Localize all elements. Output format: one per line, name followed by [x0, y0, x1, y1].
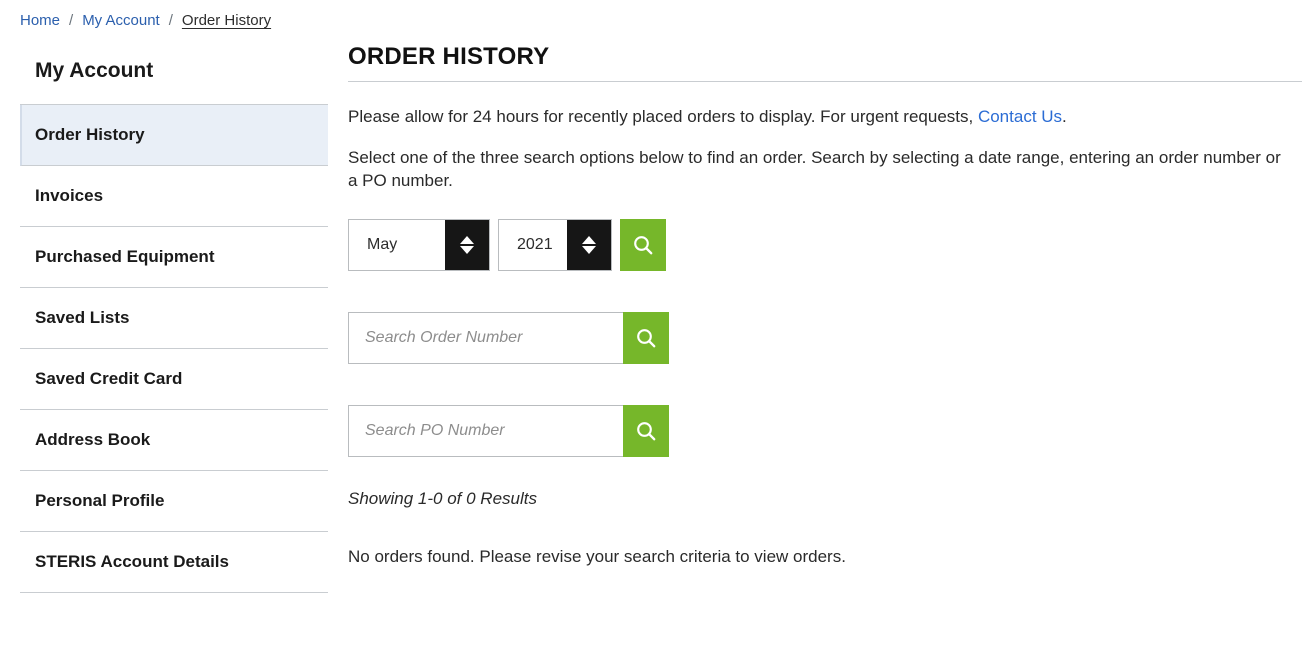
main-content: ORDER HISTORY Please allow for 24 hours … — [348, 42, 1302, 568]
up-down-spinner-icon[interactable] — [445, 220, 489, 270]
results-count: Showing 1-0 of 0 Results — [348, 489, 537, 508]
sidebar-item-steris-account-details[interactable]: STERIS Account Details — [20, 532, 328, 593]
breadcrumb-link-my-account[interactable]: My Account — [82, 12, 160, 29]
search-icon — [637, 422, 656, 441]
sidebar-item-saved-lists[interactable]: Saved Lists — [20, 288, 328, 349]
intro-text-after-link: . — [1062, 107, 1067, 126]
spinner-up-triangle — [460, 236, 474, 244]
breadcrumb-separator: / — [168, 12, 173, 29]
po-number-search-row — [348, 405, 1302, 457]
account-sidebar: My Account Order History Invoices Purcha… — [20, 58, 328, 593]
sidebar-item-label: Saved Credit Card — [35, 369, 183, 388]
sidebar-item-purchased-equipment[interactable]: Purchased Equipment — [20, 227, 328, 288]
sidebar-item-label: Personal Profile — [35, 491, 165, 510]
year-select-value: 2021 — [499, 220, 567, 270]
year-select[interactable]: 2021 — [498, 219, 612, 271]
sidebar-title: My Account — [35, 59, 154, 82]
sidebar-item-label: STERIS Account Details — [35, 552, 229, 571]
sidebar-item-label: Invoices — [35, 186, 104, 205]
page-title: ORDER HISTORY — [348, 43, 550, 70]
intro-paragraph-2: Select one of the three search options b… — [348, 148, 1281, 190]
date-range-search-row: May 2021 — [348, 219, 1302, 271]
title-divider — [348, 81, 1302, 82]
sidebar-item-order-history[interactable]: Order History — [20, 105, 328, 166]
sidebar-nav-list: Order History Invoices Purchased Equipme… — [20, 104, 328, 593]
sidebar-item-label: Address Book — [35, 430, 151, 449]
order-number-search-row — [348, 312, 1302, 364]
search-po-number-input[interactable] — [348, 405, 623, 457]
sidebar-item-address-book[interactable]: Address Book — [20, 410, 328, 471]
sidebar-item-label: Saved Lists — [35, 308, 130, 327]
spinner-up-triangle — [582, 236, 596, 244]
up-down-spinner-icon[interactable] — [567, 220, 611, 270]
intro-text-before-link: Please allow for 24 hours for recently p… — [348, 107, 978, 126]
spinner-down-triangle — [582, 246, 596, 254]
breadcrumb-current-order-history: Order History — [181, 12, 272, 29]
search-order-number-input[interactable] — [348, 312, 623, 364]
contact-us-link[interactable]: Contact Us — [978, 107, 1062, 126]
no-orders-message: No orders found. Please revise your sear… — [348, 547, 846, 566]
breadcrumb-link-home[interactable]: Home — [20, 12, 60, 29]
order-number-search-button[interactable] — [623, 312, 669, 364]
sidebar-item-invoices[interactable]: Invoices — [20, 166, 328, 227]
search-icon — [637, 329, 656, 348]
search-icon — [634, 236, 653, 255]
sidebar-item-label: Order History — [35, 125, 145, 144]
breadcrumb-separator: / — [69, 12, 74, 29]
breadcrumb: Home / My Account / Order History — [20, 11, 271, 31]
po-number-search-button[interactable] — [623, 405, 669, 457]
spinner-down-triangle — [460, 246, 474, 254]
sidebar-item-saved-credit-card[interactable]: Saved Credit Card — [20, 349, 328, 410]
month-select-value: May — [349, 220, 445, 270]
sidebar-item-personal-profile[interactable]: Personal Profile — [20, 471, 328, 532]
sidebar-item-label: Purchased Equipment — [35, 247, 215, 266]
month-select[interactable]: May — [348, 219, 490, 271]
date-search-button[interactable] — [620, 219, 666, 271]
intro-paragraph-1: Please allow for 24 hours for recently p… — [348, 105, 1288, 128]
